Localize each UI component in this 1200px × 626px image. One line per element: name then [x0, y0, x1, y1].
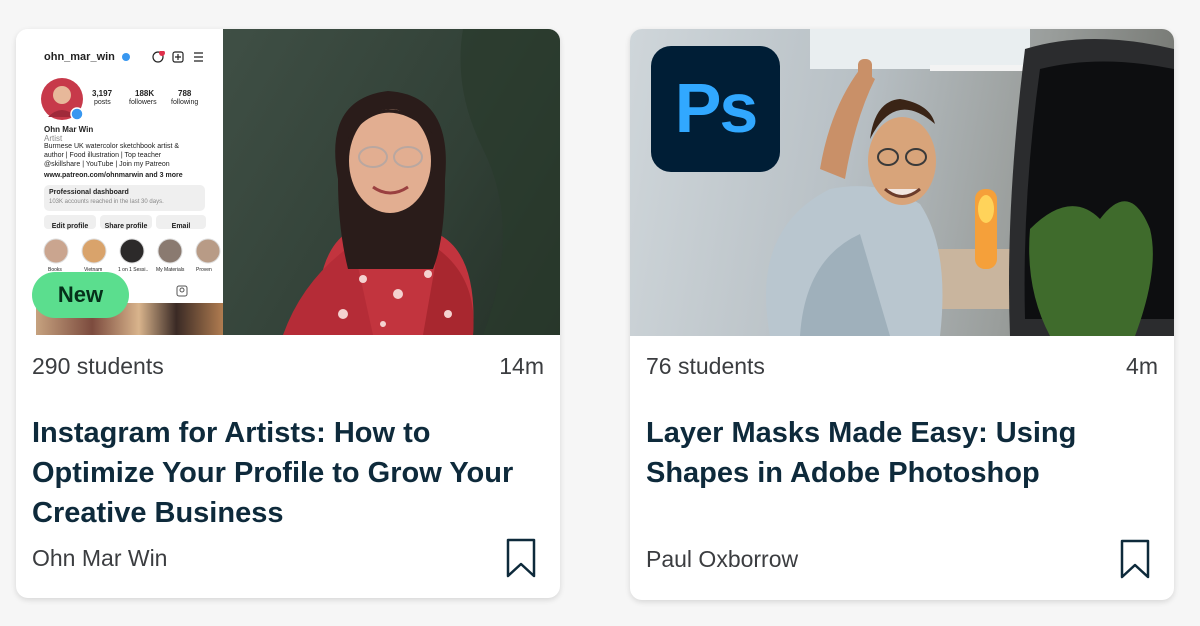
profile-bio: @skillshare | YouTube | Join my Patreon [44, 161, 170, 168]
profile-bio: author | Food illustration | Top teacher [44, 152, 162, 159]
bookmark-icon[interactable] [1120, 539, 1150, 579]
course-meta: 76 students 4m [646, 353, 1158, 383]
following-label: following [171, 99, 199, 106]
story-highlights [43, 238, 221, 264]
course-thumbnail[interactable]: ohn_mar_win 3,197 posts 188K followers 7… [16, 29, 560, 335]
dashboard-title: Professional dashboard [49, 189, 129, 196]
profile-avatar [41, 78, 84, 121]
instructor-name[interactable]: Paul Oxborrow [646, 546, 798, 573]
portrait-image [283, 29, 560, 335]
profile-handle: ohn_mar_win [44, 51, 115, 63]
course-duration: 4m [1126, 353, 1158, 379]
email-button: Email [156, 215, 206, 230]
tagged-icon [176, 285, 188, 297]
course-duration: 14m [499, 353, 544, 379]
instructor-photo: Ps [630, 29, 1174, 336]
course-thumbnail[interactable]: Ps [630, 29, 1174, 336]
followers-count: 188K [135, 89, 155, 98]
student-count: 76 students [646, 353, 765, 379]
course-title[interactable]: Layer Masks Made Easy: Using Shapes in A… [646, 413, 1154, 493]
share-profile-button: Share profile [100, 215, 152, 230]
following-count: 788 [178, 89, 192, 98]
course-card[interactable]: Ps 76 students 4m Layer Masks Made Easy:… [630, 29, 1174, 600]
dashboard-subtitle: 103K accounts reached in the last 30 day… [49, 199, 164, 205]
professional-dashboard: Professional dashboard 103K accounts rea… [44, 185, 205, 211]
instructor-portrait [223, 29, 560, 335]
instructor-name[interactable]: Ohn Mar Win [32, 545, 167, 572]
profile-link: www.patreon.com/ohnmarwin and 3 more [44, 172, 183, 179]
course-meta: 290 students 14m [32, 353, 544, 383]
verified-icon [122, 53, 130, 61]
course-card[interactable]: ohn_mar_win 3,197 posts 188K followers 7… [16, 29, 560, 598]
profile-role: Artist [44, 134, 63, 143]
profile-bio: Burmese UK watercolor sketchbook artist … [44, 143, 179, 150]
posts-count: 3,197 [92, 89, 113, 98]
course-title[interactable]: Instagram for Artists: How to Optimize Y… [32, 413, 540, 533]
profile-toolbar-icons [152, 51, 203, 63]
followers-label: followers [129, 99, 157, 106]
photoshop-logo: Ps [651, 46, 780, 172]
profile-name: Ohn Mar Win [44, 125, 94, 134]
new-badge: New [32, 272, 129, 318]
bookmark-icon[interactable] [506, 538, 536, 578]
edit-profile-button: Edit profile [44, 215, 96, 230]
photoshop-logo-text: Ps [674, 69, 759, 147]
posts-label: posts [94, 99, 111, 106]
student-count: 290 students [32, 353, 164, 379]
